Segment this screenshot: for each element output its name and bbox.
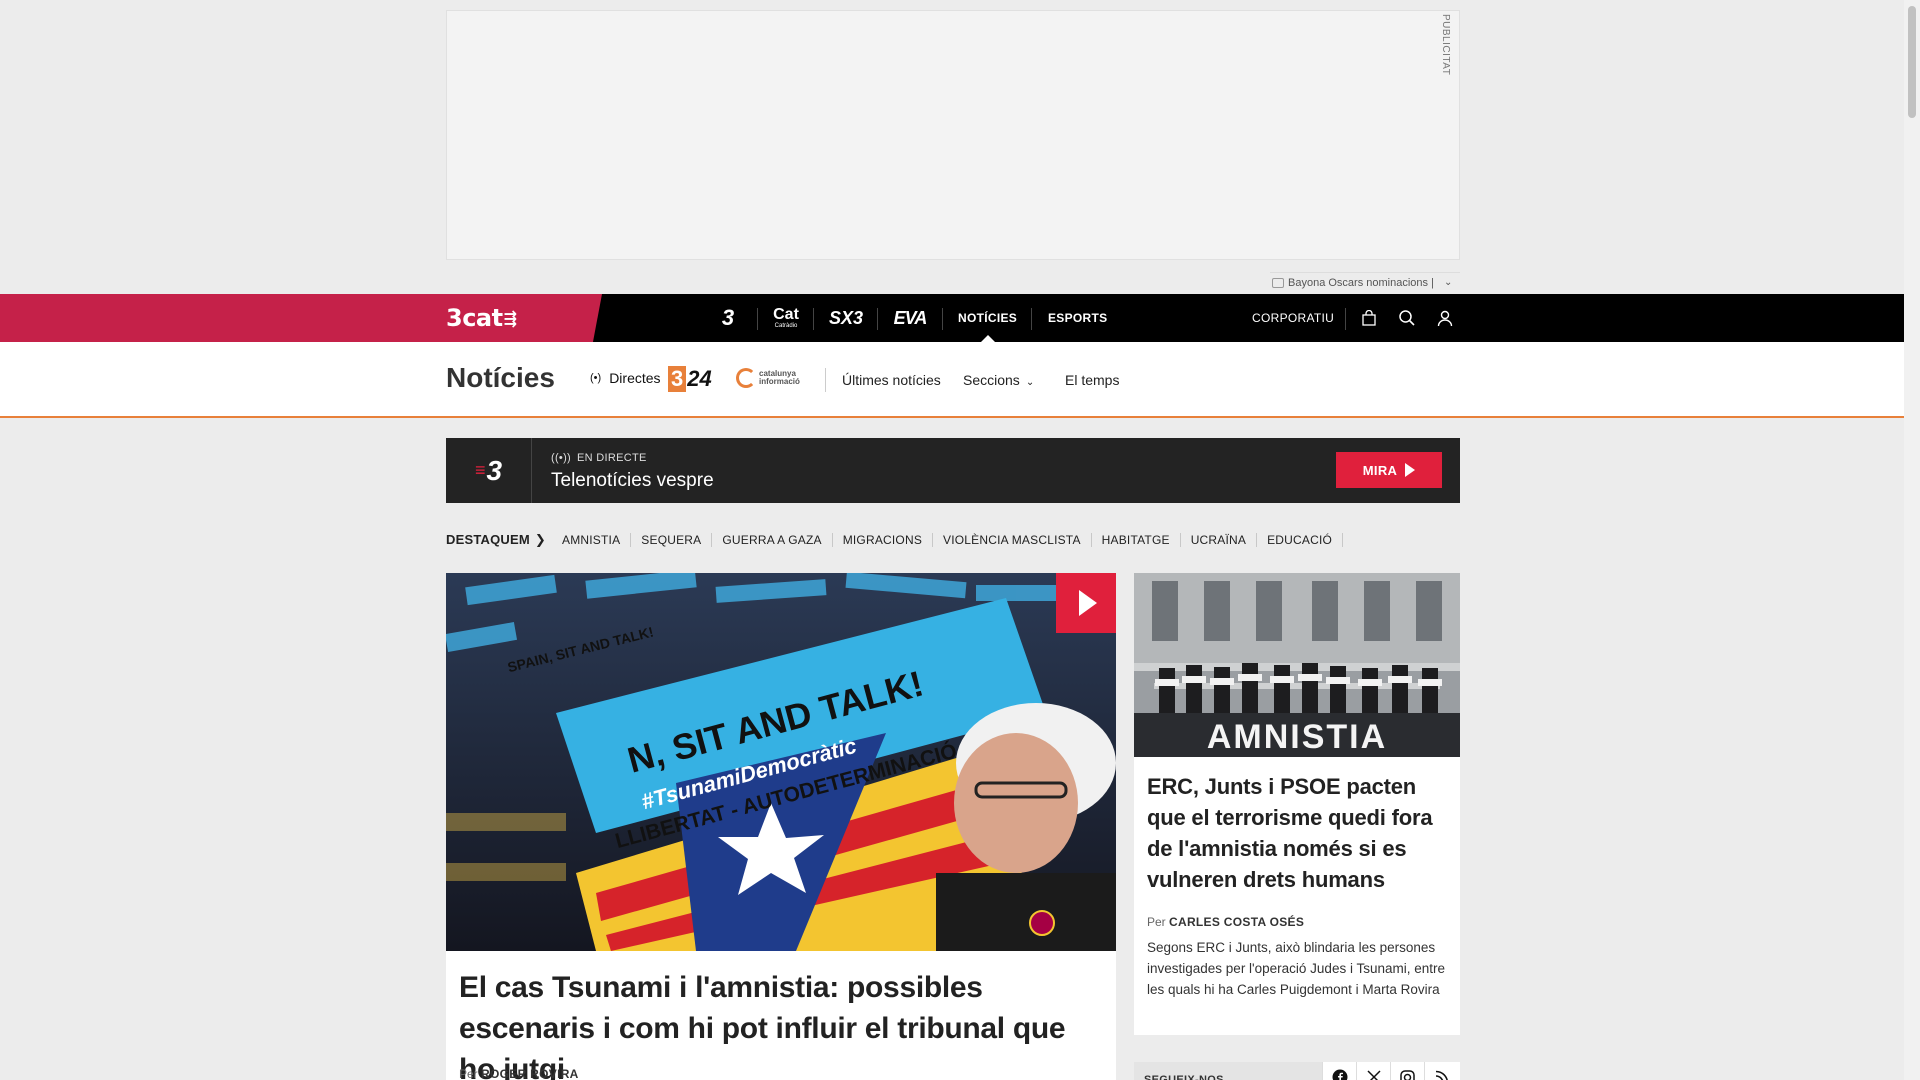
sx3-logo-icon[interactable]: SX3	[826, 294, 866, 342]
channel-eva-label: EVA	[893, 307, 928, 328]
tag-link[interactable]: AMNISTIA	[552, 533, 632, 547]
live-tag: ((•)) EN DIRECTE	[551, 452, 647, 464]
side-article-byline: Per CARLES COSTA OSÉS	[1147, 915, 1304, 929]
chevron-down-icon: ⌄	[1025, 377, 1035, 388]
324-logo-icon[interactable]: 3 24	[668, 366, 712, 392]
divider	[825, 368, 826, 392]
follow-bar: SEGUEIX-NOS	[1134, 1062, 1460, 1080]
main-article-image[interactable]: SPAIN, SIT AND TALK! N, SIT AND TALK! #T…	[446, 573, 1116, 951]
tv3-logo-icon: ≡ 3	[446, 438, 532, 503]
side-article-title[interactable]: ERC, Junts i PSOE pacten que el terroris…	[1147, 771, 1452, 895]
destaquem-bar: DESTAQUEM ❯ AMNISTIA SEQUERA GUERRA A GAZ…	[446, 530, 1344, 550]
divider	[942, 308, 943, 330]
tag-link[interactable]: HABITATGE	[1092, 533, 1181, 547]
catalunya-informacio-logo-icon[interactable]: catalunya informació	[736, 368, 800, 388]
live-banner[interactable]: ≡ 3 ((•)) EN DIRECTE Telenotícies vespre …	[446, 438, 1460, 503]
photo-amnistia-text: AMNISTIA	[1207, 718, 1387, 756]
destaquem-label[interactable]: DESTAQUEM ❯	[446, 532, 546, 548]
amnistia-photo: AMNISTIA	[1134, 573, 1460, 757]
tag-link[interactable]: VIOLÈNCIA MASCLISTA	[933, 533, 1092, 547]
brand-text: 3cat	[446, 304, 503, 332]
catinfo-line2: informació	[759, 377, 800, 386]
broadcast-icon: (•)	[590, 372, 602, 384]
instagram-icon[interactable]	[1390, 1062, 1424, 1080]
arrow-icon: ⇶	[503, 309, 517, 328]
user-icon[interactable]	[1434, 307, 1456, 329]
directes-label: Directes	[609, 370, 661, 386]
top-navigation: 3cat⇶ 3 Cat Catràdio SX3 EVA NOTÍCIES ESP…	[0, 294, 1904, 342]
side-article-summary: Segons ERC i Junts, això blindaria les p…	[1147, 940, 1445, 997]
channel-catradio-sub: Catràdio	[774, 323, 798, 329]
nav-noticies[interactable]: NOTÍCIES	[958, 294, 1017, 342]
divider	[813, 308, 814, 330]
advertisement-area: PUBLICITAT Bayona Oscars nominacions | ⌄	[0, 0, 1904, 294]
play-icon	[1079, 590, 1097, 616]
author-link[interactable]: CARLES COSTA OSÉS	[1169, 915, 1304, 929]
tv3-logo-icon[interactable]: 3	[710, 294, 746, 342]
eva-logo-icon[interactable]: EVA	[890, 294, 930, 342]
nav-esports[interactable]: ESPORTS	[1048, 294, 1107, 342]
tag-link[interactable]: EDUCACIÓ	[1257, 533, 1344, 547]
chevron-right-icon: ❯	[534, 532, 546, 547]
broadcast-icon: ((•))	[551, 452, 572, 464]
el-temps-link[interactable]: El temps	[1065, 372, 1119, 388]
scrollbar[interactable]	[1904, 0, 1920, 1080]
side-article-image[interactable]: AMNISTIA	[1134, 573, 1460, 757]
catradio-logo-icon[interactable]: Cat Catràdio	[768, 294, 804, 342]
chevron-down-icon[interactable]: ⌄	[1444, 277, 1452, 288]
scrollbar-thumb[interactable]	[1908, 6, 1916, 118]
live-logo-text: 3	[486, 454, 503, 486]
search-icon[interactable]	[1396, 307, 1418, 329]
byline-prefix: Per	[1147, 915, 1166, 929]
channel-catradio-label: Cat	[773, 306, 799, 323]
shop-bag-icon[interactable]	[1358, 307, 1380, 329]
live-tag-label: EN DIRECTE	[577, 452, 647, 464]
x-twitter-icon[interactable]	[1356, 1062, 1390, 1080]
ad-label: PUBLICITAT	[1440, 14, 1451, 76]
live-program-title[interactable]: Telenotícies vespre	[551, 470, 714, 492]
page-title[interactable]: Notícies	[446, 362, 555, 394]
seccions-dropdown[interactable]: Seccions ⌄	[963, 372, 1034, 388]
rss-icon[interactable]	[1424, 1062, 1458, 1080]
divider	[1345, 308, 1346, 330]
divider	[757, 308, 758, 330]
3cat-logo[interactable]: 3cat⇶	[446, 304, 517, 332]
author-link[interactable]: ROGER ROVIRA	[481, 1067, 579, 1080]
main-article-byline: Per ROGER ROVIRA	[459, 1067, 579, 1080]
tag-link[interactable]: GUERRA A GAZA	[712, 533, 833, 547]
nav-corporatiu[interactable]: CORPORATIU	[1252, 294, 1334, 342]
side-article-card[interactable]: AMNISTIA ERC, Junts i PSOE pacten que el…	[1134, 573, 1460, 1035]
ad-ticker-text: Bayona Oscars nominacions |	[1288, 276, 1434, 289]
byline-prefix: Per	[459, 1067, 478, 1080]
tag-icon	[1272, 277, 1284, 288]
facebook-icon[interactable]	[1322, 1062, 1356, 1080]
324-logo-three: 3	[668, 366, 687, 392]
play-video-button[interactable]	[1056, 573, 1116, 633]
ultimes-noticies-link[interactable]: Últimes notícies	[842, 372, 941, 388]
main-article-title[interactable]: El cas Tsunami i l'amnistia: possibles e…	[459, 967, 1109, 1080]
ad-ticker[interactable]: Bayona Oscars nominacions | ⌄	[1270, 272, 1460, 292]
directes-link[interactable]: (•) Directes	[590, 370, 661, 386]
watch-button[interactable]: MIRA	[1336, 452, 1442, 488]
ad-slot[interactable]	[446, 10, 1460, 260]
tag-link[interactable]: UCRAÏNA	[1181, 533, 1258, 547]
tv3-mark-icon: ≡	[474, 460, 486, 480]
divider	[1031, 308, 1032, 330]
follow-label: SEGUEIX-NOS	[1134, 1062, 1322, 1080]
catinfo-text: catalunya informació	[759, 370, 800, 386]
divider	[877, 308, 878, 330]
channel-sx3-label: SX3	[828, 307, 864, 328]
catinfo-circle-icon	[736, 368, 756, 388]
channel-tv3-label: 3	[721, 305, 735, 330]
section-header: Notícies (•) Directes 3 24 catalunya infor…	[0, 342, 1904, 418]
watch-label: MIRA	[1362, 462, 1398, 478]
tag-link[interactable]: MIGRACIONS	[833, 533, 934, 547]
destaquem-label-text: DESTAQUEM	[446, 532, 530, 547]
play-icon	[1405, 463, 1416, 477]
324-logo-text: 24	[687, 366, 712, 391]
tag-link[interactable]: SEQUERA	[631, 533, 713, 547]
protest-photo: SPAIN, SIT AND TALK! N, SIT AND TALK! #T…	[446, 573, 1116, 951]
main-article-card[interactable]: SPAIN, SIT AND TALK! N, SIT AND TALK! #T…	[446, 573, 1116, 1080]
seccions-label: Seccions	[963, 372, 1020, 388]
